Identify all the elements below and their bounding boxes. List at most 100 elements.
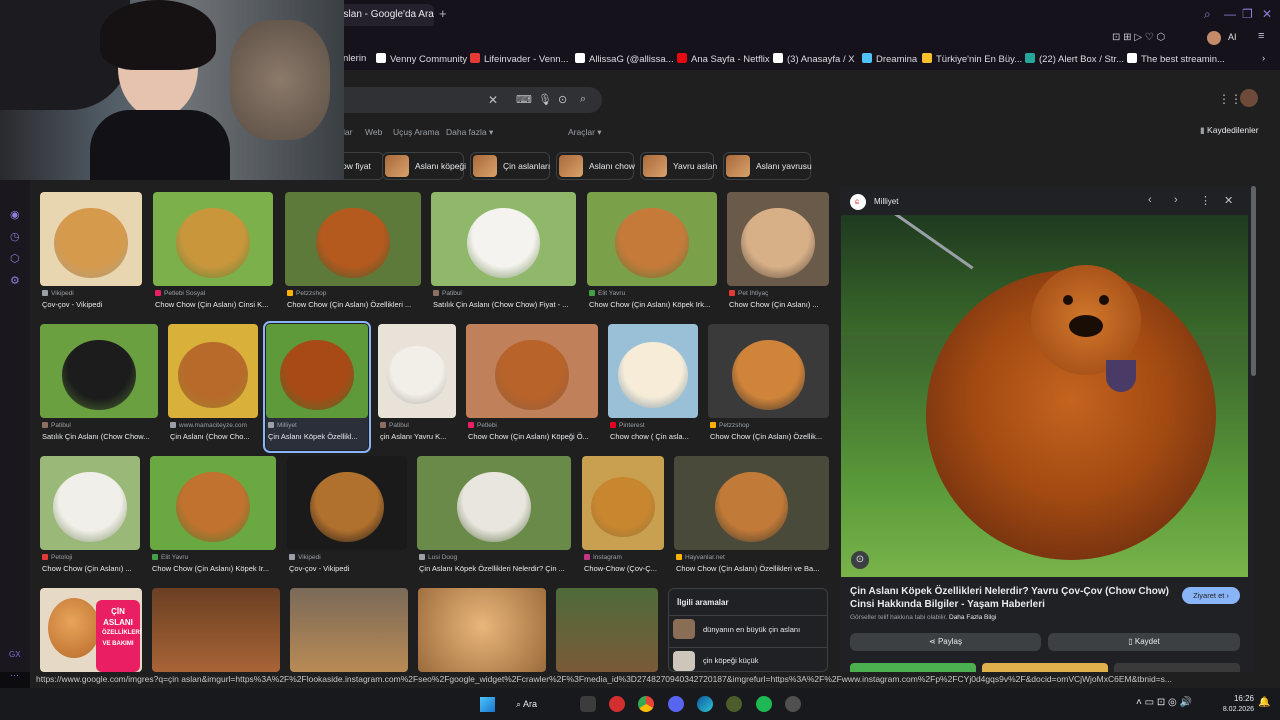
result-title[interactable]: Chow Chow (Çin Aslanı) ... bbox=[42, 564, 140, 573]
result-title[interactable]: Çov-çov - Vikipedi bbox=[42, 300, 142, 309]
result-title[interactable]: Çin Aslanı Köpek Özellikl... bbox=[268, 432, 368, 441]
search-nav-link[interactable]: lar bbox=[343, 127, 352, 137]
search-box[interactable]: ✕ ⌨ 🎙 ⊙ ⌕ bbox=[330, 87, 602, 113]
result-title[interactable]: Chow Chow (Çin Aslanı) Özellik... bbox=[710, 432, 829, 441]
close-preview-icon[interactable]: ✕ bbox=[1224, 194, 1233, 207]
suggestion-chip[interactable]: Çin aslanları bbox=[470, 152, 550, 180]
ai-button[interactable]: AI bbox=[1228, 32, 1237, 42]
result-tile[interactable]: Patibul Satılık Çin Aslanı (Chow Chow... bbox=[40, 324, 158, 450]
menu-icon[interactable]: ≡ bbox=[1258, 30, 1264, 42]
suggestion-chip[interactable]: Aslanı köpeği bbox=[382, 152, 466, 180]
bookmark-item[interactable]: (22) Alert Box / Str... bbox=[1025, 53, 1124, 65]
avatar[interactable] bbox=[1207, 31, 1221, 45]
result-title[interactable]: Chow Chow (Çin Aslanı) Köpeği Ö... bbox=[468, 432, 598, 441]
bookmarks-more-icon[interactable]: › bbox=[1262, 53, 1265, 64]
result-tile[interactable]: Hayvanlar.net Chow Chow (Çin Aslanı) Özel… bbox=[674, 456, 829, 582]
preview-image[interactable]: ⊙ bbox=[841, 215, 1248, 577]
scrollbar[interactable] bbox=[1251, 186, 1256, 376]
result-tile[interactable]: Patibul Satılık Çin Aslanı (Chow Chow) Fi… bbox=[431, 192, 576, 318]
bookmark-item[interactable]: Venny Community bbox=[376, 53, 467, 65]
result-title[interactable]: Çin Aslanı (Chow Cho... bbox=[170, 432, 258, 441]
result-tile[interactable]: www.mamaciteyze.com Çin Aslanı (Chow Cho.… bbox=[168, 324, 258, 450]
spotify-icon[interactable] bbox=[756, 696, 772, 712]
keyboard-icon[interactable]: ⌨ bbox=[516, 93, 532, 106]
toolbar-icons[interactable]: ⊡ ⊞ ▷ ♡ ⬡ bbox=[1112, 32, 1165, 43]
edge-icon[interactable] bbox=[697, 696, 713, 712]
search-nav-link[interactable]: Daha fazla ▾ bbox=[446, 127, 493, 138]
extensions-icon[interactable]: ⬡ bbox=[10, 252, 20, 265]
close-window-icon[interactable]: ✕ bbox=[1262, 7, 1272, 21]
new-tab-button[interactable]: + bbox=[439, 6, 447, 21]
share-button[interactable]: ⋖ Paylaş bbox=[850, 633, 1041, 651]
suggestion-chip[interactable]: Aslanı chow bbox=[556, 152, 635, 180]
search-icon[interactable]: ⌕ bbox=[580, 93, 586, 106]
bookmark-item[interactable]: nlerin bbox=[343, 53, 366, 64]
result-title[interactable]: çin Aslanı Yavru K... bbox=[380, 432, 456, 441]
bookmark-item[interactable]: AllissaG (@allissa... bbox=[575, 53, 674, 65]
lens-search-icon[interactable]: ⊙ bbox=[851, 551, 869, 569]
account-avatar[interactable] bbox=[1240, 89, 1258, 107]
preview-source[interactable]: Milliyet bbox=[874, 197, 898, 206]
tab-active[interactable]: aslan - Google'da Ara bbox=[330, 4, 434, 26]
next-arrow-icon[interactable]: › bbox=[1174, 194, 1178, 206]
app-icon[interactable] bbox=[580, 696, 596, 712]
result-title[interactable]: Satılık Çin Aslanı (Chow Chow... bbox=[42, 432, 158, 441]
windows-start-icon[interactable] bbox=[480, 697, 495, 712]
suggestion-chip[interactable]: Aslanı yavrusu bbox=[723, 152, 812, 180]
apps-grid-icon[interactable]: ⋮⋮ bbox=[1218, 92, 1242, 106]
result-title[interactable]: Chow Chow (Çin Aslanı) Özellikleri ve Ba… bbox=[676, 564, 829, 573]
related-item[interactable]: çin köpeği küçük bbox=[669, 647, 827, 673]
result-tile[interactable]: Instagram Chow-Chow (Çov-Ç... bbox=[582, 456, 664, 582]
bookmark-item[interactable]: Ana Sayfa - Netflix bbox=[677, 53, 770, 65]
app-icon[interactable] bbox=[785, 696, 801, 712]
result-tile[interactable]: Milliyet Çin Aslanı Köpek Özellikl... bbox=[263, 321, 371, 453]
bookmark-item[interactable]: (3) Anasayfa / X bbox=[773, 53, 855, 65]
result-title[interactable]: Chow Chow (Çin Aslanı) ... bbox=[729, 300, 829, 309]
result-tile[interactable]: Petoloji Chow Chow (Çin Aslanı) ... bbox=[40, 456, 140, 582]
result-tile[interactable]: Pet İhtiyaç Chow Chow (Çin Aslanı) ... bbox=[727, 192, 829, 318]
opera-gx-icon[interactable] bbox=[609, 696, 625, 712]
more-options-icon[interactable]: ⋮ bbox=[1200, 194, 1211, 207]
bookmark-item[interactable]: Türkiye'nin En Büy... bbox=[922, 53, 1022, 65]
notification-bell-icon[interactable]: 🔔 bbox=[1258, 697, 1270, 708]
result-tile[interactable]: Patibul çin Aslanı Yavru K... bbox=[378, 324, 456, 450]
result-title[interactable]: Chow Chow (Çin Aslanı) Özellikleri ... bbox=[287, 300, 421, 309]
result-tile[interactable]: Elit Yavru Chow Chow (Çin Aslanı) Köpek I… bbox=[587, 192, 717, 318]
search-nav-link[interactable]: Web bbox=[365, 127, 382, 137]
preview-title[interactable]: Çin Aslanı Köpek Özellikleri Nelerdir? Y… bbox=[850, 585, 1180, 611]
result-title[interactable]: Chow Chow (Çin Aslanı) Cinsi K... bbox=[155, 300, 273, 309]
bookmark-item[interactable]: Dreamina bbox=[862, 53, 917, 65]
result-tile[interactable]: Lusi Doog Çin Aslanı Köpek Özellikleri Ne… bbox=[417, 456, 571, 582]
clock[interactable]: 16:26 8.02.2026 bbox=[1222, 693, 1254, 715]
visit-button[interactable]: Ziyaret et › bbox=[1182, 587, 1240, 604]
saved-link[interactable]: ▮ Kaydedilenler bbox=[1200, 125, 1259, 136]
app-icon[interactable] bbox=[726, 696, 742, 712]
player-icon[interactable]: ◉ bbox=[10, 208, 20, 221]
result-title[interactable]: Chow Chow (Çin Aslanı) Köpek Irk... bbox=[589, 300, 717, 309]
system-tray-icons[interactable]: ˄ ▭ ⊡ ◎ 🔊 bbox=[1136, 697, 1192, 708]
search-icon[interactable]: ⌕ bbox=[1204, 7, 1211, 22]
discord-icon[interactable] bbox=[668, 696, 684, 712]
save-button[interactable]: ▯ Kaydet bbox=[1048, 633, 1240, 651]
more-icon[interactable]: ⋯ bbox=[10, 670, 19, 681]
result-title[interactable]: Çin Aslanı Köpek Özellikleri Nelerdir? Ç… bbox=[419, 564, 571, 573]
chrome-icon[interactable] bbox=[638, 696, 654, 712]
result-title[interactable]: Satılık Çin Aslanı (Chow Chow) Fiyat - .… bbox=[433, 300, 576, 309]
prev-arrow-icon[interactable]: ‹ bbox=[1148, 194, 1152, 206]
result-tile[interactable]: Petzzshop Chow Chow (Çin Aslanı) Özellikl… bbox=[285, 192, 421, 318]
settings-gear-icon[interactable]: ⚙ bbox=[10, 274, 20, 287]
clear-icon[interactable]: ✕ bbox=[488, 93, 498, 107]
result-title[interactable]: Chow Chow (Çin Aslanı) Köpek Ir... bbox=[152, 564, 276, 573]
lens-icon[interactable]: ⊙ bbox=[558, 93, 567, 106]
bookmark-item[interactable]: Lifeinvader - Venn... bbox=[470, 53, 569, 65]
minimize-icon[interactable]: — bbox=[1224, 7, 1236, 21]
result-tile[interactable]: Vikipedi Çov-çov - Vikipedi bbox=[287, 456, 407, 582]
result-tile[interactable]: Petzzshop Chow Chow (Çin Aslanı) Özellik.… bbox=[708, 324, 829, 450]
result-tile[interactable]: Vikipedi Çov-çov - Vikipedi bbox=[40, 192, 142, 318]
result-tile[interactable]: Elit Yavru Chow Chow (Çin Aslanı) Köpek I… bbox=[150, 456, 276, 582]
result-tile[interactable]: Petlebi Sosyal Chow Chow (Çin Aslanı) Cin… bbox=[153, 192, 273, 318]
result-title[interactable]: Chow chow ( Çin asla... bbox=[610, 432, 698, 441]
suggestion-chip[interactable]: Yavru aslan bbox=[640, 152, 717, 180]
history-icon[interactable]: ◷ bbox=[10, 230, 20, 243]
result-tile[interactable]: Petlebi Chow Chow (Çin Aslanı) Köpeği Ö..… bbox=[466, 324, 598, 450]
